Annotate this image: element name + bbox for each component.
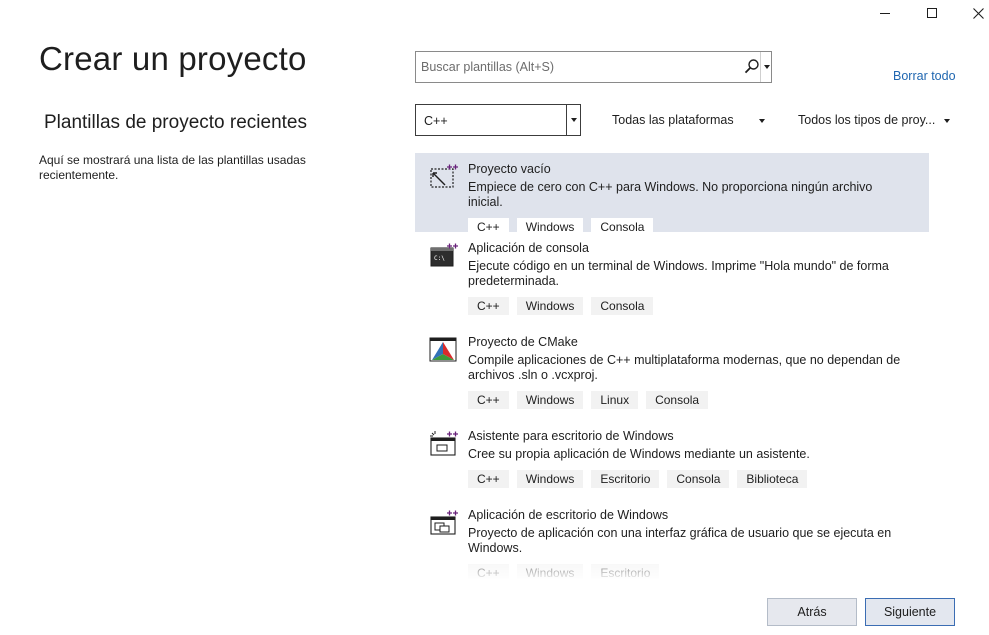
cmake-icon bbox=[429, 336, 459, 362]
tag: Windows bbox=[516, 564, 584, 579]
clear-all-link[interactable]: Borrar todo bbox=[893, 69, 956, 83]
tag: Consola bbox=[591, 297, 654, 315]
chevron-down-icon[interactable] bbox=[944, 119, 950, 123]
recent-templates-heading: Plantillas de proyecto recientes bbox=[44, 112, 307, 133]
search-history-dropdown[interactable] bbox=[760, 52, 772, 82]
language-filter-dropdown-button[interactable] bbox=[566, 105, 580, 135]
close-icon bbox=[972, 7, 984, 19]
maximize-button[interactable] bbox=[909, 0, 955, 26]
template-description: Cree su propia aplicación de Windows med… bbox=[468, 447, 810, 461]
search-input[interactable] bbox=[416, 52, 744, 82]
search-icon[interactable] bbox=[744, 58, 760, 76]
desktop-wizard-icon bbox=[429, 430, 459, 456]
chevron-down-icon bbox=[763, 65, 770, 69]
template-item-desktop-wizard[interactable]: Asistente para escritorio de Windows Cre… bbox=[415, 420, 929, 499]
console-app-icon: C:\ bbox=[429, 242, 459, 268]
tag: Windows bbox=[516, 470, 584, 488]
tag: Biblioteca bbox=[737, 470, 808, 488]
template-description: Ejecute código en un terminal de Windows… bbox=[468, 259, 889, 288]
tag: Consola bbox=[667, 470, 730, 488]
tag: Windows bbox=[516, 297, 584, 315]
desktop-app-icon bbox=[429, 509, 459, 535]
svg-text:C:\: C:\ bbox=[434, 255, 445, 262]
template-item-desktop-app[interactable]: Aplicación de escritorio de Windows Proy… bbox=[415, 499, 929, 579]
tag: Escritorio bbox=[591, 470, 660, 488]
template-item-console-app[interactable]: C:\ Aplicación de consola Ejecute código… bbox=[415, 232, 929, 326]
tag: C++ bbox=[468, 297, 509, 315]
next-button[interactable]: Siguiente bbox=[865, 598, 955, 626]
chevron-down-icon bbox=[570, 118, 577, 122]
platform-filter[interactable]: Todas las plataformas bbox=[612, 113, 734, 127]
tag: Escritorio bbox=[591, 564, 660, 579]
minimize-icon bbox=[880, 12, 890, 14]
recent-templates-empty-text: Aquí se mostrará una lista de las planti… bbox=[39, 153, 306, 182]
template-name: Asistente para escritorio de Windows bbox=[468, 429, 674, 443]
template-description: Compile aplicaciones de C++ multiplatafo… bbox=[468, 353, 901, 382]
tag: Windows bbox=[516, 391, 584, 409]
maximize-icon bbox=[927, 8, 937, 18]
language-filter[interactable]: C++ bbox=[415, 104, 581, 136]
template-name: Aplicación de consola bbox=[468, 241, 589, 255]
tag: C++ bbox=[468, 470, 509, 488]
language-filter-value: C++ bbox=[424, 114, 448, 128]
tag: Linux bbox=[591, 391, 639, 409]
tag: C++ bbox=[468, 391, 509, 409]
back-button[interactable]: Atrás bbox=[767, 598, 857, 626]
project-type-filter[interactable]: Todos los tipos de proy... bbox=[798, 113, 935, 127]
template-name: Aplicación de escritorio de Windows bbox=[468, 508, 669, 522]
minimize-button[interactable] bbox=[862, 0, 908, 26]
tag: C++ bbox=[468, 564, 509, 579]
template-description: Proyecto de aplicación con una interfaz … bbox=[468, 526, 892, 555]
search-box bbox=[415, 51, 772, 83]
template-name: Proyecto de CMake bbox=[468, 335, 578, 349]
page-title: Crear un proyecto bbox=[39, 40, 307, 77]
template-item-cmake[interactable]: Proyecto de CMake Compile aplicaciones d… bbox=[415, 326, 929, 420]
empty-project-icon bbox=[429, 163, 459, 189]
tag: Consola bbox=[646, 391, 709, 409]
template-list: Proyecto vacío Empiece de cero con C++ p… bbox=[415, 153, 929, 579]
template-description: Empiece de cero con C++ para Windows. No… bbox=[468, 180, 873, 209]
template-item-empty-project[interactable]: Proyecto vacío Empiece de cero con C++ p… bbox=[415, 153, 929, 236]
chevron-down-icon[interactable] bbox=[759, 119, 765, 123]
template-name: Proyecto vacío bbox=[468, 162, 551, 176]
close-button[interactable] bbox=[955, 0, 989, 26]
